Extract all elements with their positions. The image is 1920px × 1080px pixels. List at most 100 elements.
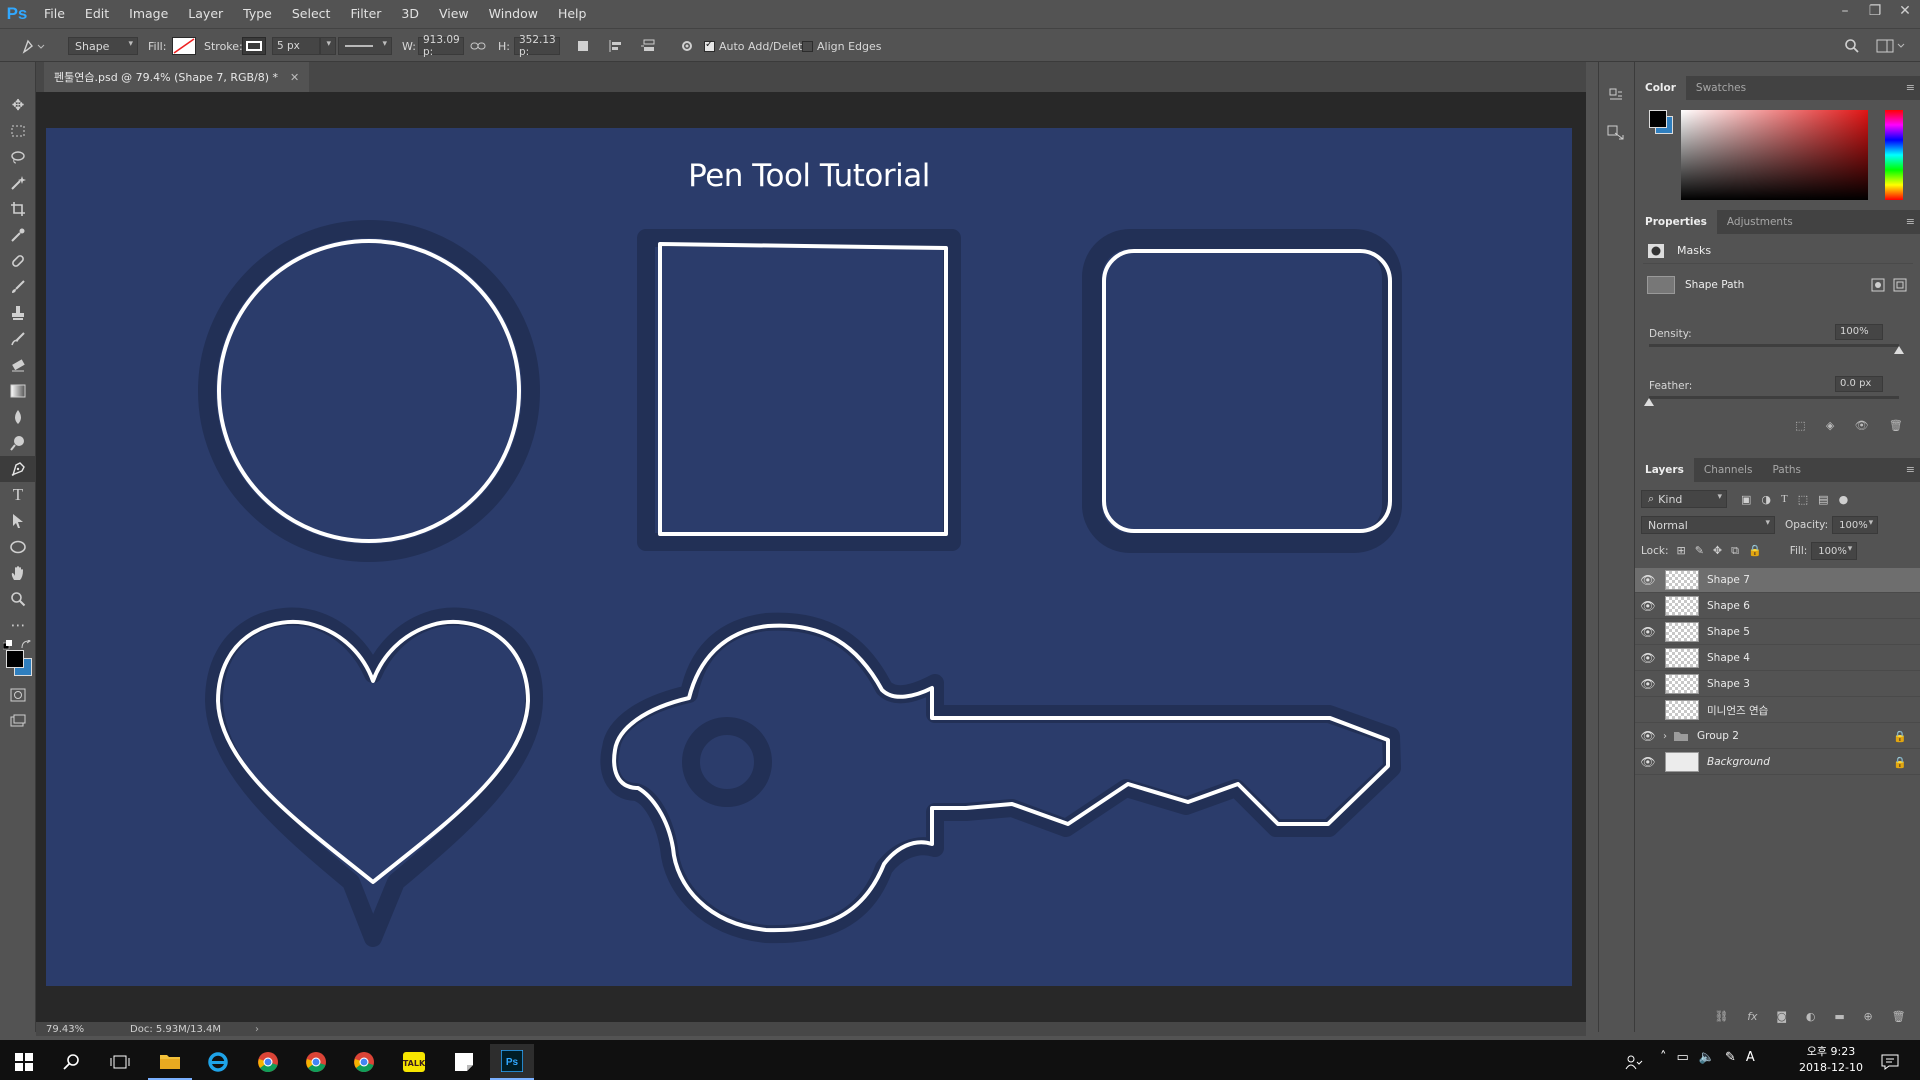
shape-path-thumbnail[interactable] [1647,276,1675,294]
path-alignment-icon[interactable] [608,37,624,55]
tab-swatches[interactable]: Swatches [1686,76,1756,100]
layer-style-fx-icon[interactable]: fx [1747,1010,1757,1023]
close-tab-icon[interactable]: ✕ [290,71,299,84]
fill-swatch[interactable] [172,37,196,55]
path-selection-tool-icon[interactable] [0,508,36,534]
height-input[interactable]: 352.13 p: [514,34,560,58]
menu-file[interactable]: File [34,0,75,28]
layer-visibility-eye-icon[interactable]: 👁 [1635,599,1661,613]
new-adjustment-layer-icon[interactable]: ◐ [1806,1010,1816,1023]
layer-visibility-eye-icon[interactable]: 👁 [1635,573,1661,587]
add-vector-mask-icon[interactable] [1893,278,1907,292]
file-explorer-icon[interactable] [148,1044,192,1080]
kakaotalk-icon[interactable]: TALK [392,1044,436,1080]
density-input[interactable]: 100% [1835,324,1883,340]
opacity-input[interactable]: 100% [1832,516,1879,534]
lock-pixels-icon[interactable]: ✎ [1695,544,1704,558]
lock-all-icon[interactable]: 🔒 [1748,544,1762,558]
tool-mode-select[interactable]: Shape [68,37,138,55]
gradient-tool-icon[interactable] [0,378,36,404]
search-icon[interactable] [50,1044,94,1080]
align-edges-checkbox[interactable] [802,40,813,52]
network-icon[interactable]: ▭ [1677,1050,1689,1065]
lock-artboard-icon[interactable]: ⧉ [1731,544,1739,558]
clone-stamp-tool-icon[interactable] [0,300,36,326]
layer-visibility-eye-icon[interactable]: 👁 [1635,729,1661,743]
tab-properties[interactable]: Properties [1635,210,1717,234]
zoom-level[interactable]: 79.43% [46,1024,106,1035]
new-layer-icon[interactable]: ⊕ [1864,1010,1873,1023]
hand-tool-icon[interactable] [0,560,36,586]
delete-layer-icon[interactable]: 🗑 [1892,1010,1906,1023]
minimize-button[interactable]: – [1830,0,1860,22]
quick-mask-icon[interactable] [0,682,36,708]
auto-add-delete-toggle[interactable]: Auto Add/Delete [704,37,809,55]
lasso-tool-icon[interactable] [0,144,36,170]
lock-transparent-icon[interactable]: ⊞ [1676,544,1685,558]
heart-shape[interactable] [205,607,544,947]
healing-brush-tool-icon[interactable] [0,248,36,274]
expand-group-chevron-icon[interactable]: › [1663,731,1667,742]
filter-adjustment-icon[interactable]: ◑ [1761,493,1771,506]
screen-mode-icon[interactable] [0,708,36,734]
layer-visibility-eye-icon[interactable]: 👁 [1635,625,1661,639]
pen-tool-icon[interactable] [0,456,36,482]
path-operations-icon[interactable] [576,37,590,55]
layer-row-group-2[interactable]: 👁 › Group 2 🔒 [1635,724,1920,749]
menu-view[interactable]: View [429,0,479,28]
foreground-color-swatch[interactable] [6,650,24,668]
volume-icon[interactable]: 🔈 [1699,1050,1715,1065]
density-slider[interactable] [1649,344,1904,354]
visibility-eye-icon[interactable]: 👁 [1855,419,1869,432]
menu-help[interactable]: Help [548,0,597,28]
tab-color[interactable]: Color [1635,76,1686,100]
panel-menu-icon[interactable]: ≡ [1906,463,1915,476]
layer-visibility-eye-icon[interactable]: 👁 [1635,677,1661,691]
square-shape[interactable] [637,229,961,551]
task-view-icon[interactable] [98,1044,142,1080]
filter-pixel-icon[interactable]: ▣ [1741,493,1751,506]
close-button[interactable]: ✕ [1890,0,1920,22]
ime-indicator[interactable]: A [1746,1050,1755,1065]
layer-row-shape-4[interactable]: 👁 Shape 4 [1635,646,1920,671]
internet-explorer-icon[interactable] [196,1044,240,1080]
blur-tool-icon[interactable] [0,404,36,430]
add-pixel-mask-icon[interactable] [1871,278,1885,292]
layer-visibility-eye-icon[interactable]: 👁 [1635,651,1661,665]
link-layers-icon[interactable]: ⛓ [1714,1010,1728,1023]
taskbar-clock[interactable]: 오후 9:23 2018-12-10 [1796,1044,1866,1076]
link-icon[interactable] [470,37,486,55]
blend-mode-select[interactable]: Normal [1641,516,1775,534]
tab-adjustments[interactable]: Adjustments [1717,210,1803,234]
pen-tool-preset-icon[interactable] [18,37,48,55]
chrome-profile-icon[interactable] [294,1044,338,1080]
layer-filter-select[interactable]: ⌕ Kind [1641,490,1727,508]
dodge-tool-icon[interactable] [0,430,36,456]
sticky-notes-icon[interactable] [442,1044,486,1080]
load-selection-icon[interactable]: ⬚ [1795,419,1805,432]
stroke-swatch[interactable] [242,37,266,55]
density-slider-handle[interactable] [1894,346,1904,354]
align-edges-toggle[interactable]: Align Edges [802,37,882,55]
tab-channels[interactable]: Channels [1694,458,1763,482]
menu-edit[interactable]: Edit [75,0,119,28]
marquee-tool-icon[interactable] [0,118,36,144]
stroke-type-select[interactable] [338,37,392,55]
tab-paths[interactable]: Paths [1762,458,1811,482]
history-panel-icon[interactable] [1599,76,1633,114]
swap-colors-icon[interactable] [21,640,31,650]
delete-mask-icon[interactable]: 🗑 [1889,419,1903,432]
type-tool-icon[interactable]: T [0,482,36,508]
pen-input-icon[interactable]: ✎ [1725,1050,1736,1065]
photoshop-taskbar-icon[interactable]: Ps [490,1044,534,1080]
properties-panel-icon[interactable] [1599,114,1633,152]
new-group-icon[interactable]: ▬ [1834,1010,1844,1023]
key-shape[interactable] [600,612,1401,944]
menu-image[interactable]: Image [119,0,178,28]
feather-slider[interactable] [1644,396,1899,406]
filter-shape-icon[interactable]: ⬚ [1798,493,1808,506]
stroke-width-input[interactable]: 5 px [272,37,320,55]
rounded-square-shape[interactable] [1082,229,1402,553]
canvas[interactable]: Pen Tool Tutorial [46,128,1572,986]
menu-window[interactable]: Window [479,0,548,28]
